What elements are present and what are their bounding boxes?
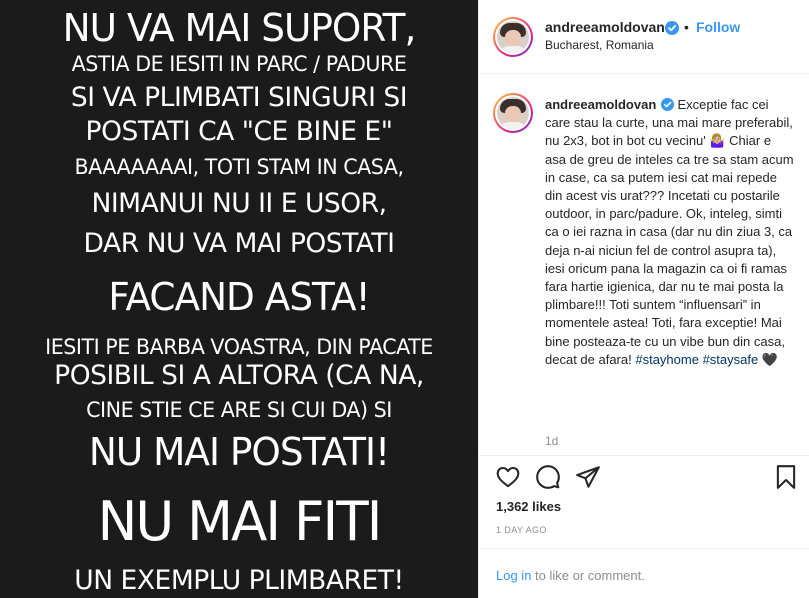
image-text-line: NIMANUI NU II E USOR, — [91, 188, 387, 219]
comment-bar: Log in to like or comment. — [479, 548, 809, 598]
post-image[interactable]: NU VA MAI SUPORT, ASTIA DE IESITI IN PARC… — [0, 0, 478, 598]
image-text-line: ASTIA DE IESITI IN PARC / PADURE — [71, 52, 407, 76]
post-caption: andreeamoldovan Exceptie fac cei care st… — [545, 96, 795, 369]
black-heart-emoji: 🖤 — [761, 351, 779, 367]
caption-avatar[interactable] — [493, 93, 533, 133]
login-suffix: to like or comment. — [531, 568, 645, 583]
image-text-line: POSTATI CA "CE BINE E" — [85, 116, 393, 147]
caption-username[interactable]: andreeamoldovan — [545, 97, 656, 112]
like-heart-icon[interactable] — [495, 464, 521, 490]
verified-badge-icon — [665, 21, 679, 35]
image-text-line: DAR NU VA MAI POSTATI — [83, 228, 395, 259]
comment-bubble-icon[interactable] — [535, 464, 561, 490]
hashtag-link[interactable]: #stayhome — [635, 352, 699, 367]
caption-text: Exceptie fac cei care stau la curte, una… — [545, 97, 794, 367]
caption-time: 1d — [545, 434, 559, 448]
image-text-line: UN EXEMPLU PLIMBARET! — [74, 565, 404, 596]
image-text-line: IESITI PE BARBA VOASTRA, DIN PACATE — [45, 335, 433, 359]
avatar[interactable] — [493, 17, 533, 57]
separator-dot: • — [684, 19, 689, 35]
image-text-line: NU MAI POSTATI! — [88, 430, 390, 474]
likes-count[interactable]: 1,362 likes — [496, 499, 561, 514]
image-text-line: CINE STIE CE ARE SI CUI DA) SI — [86, 398, 392, 422]
image-text-line: POSIBIL SI A ALTORA (CA NA, — [54, 360, 424, 391]
image-text-line: BAAAAAAAI, TOTI STAM IN CASA, — [74, 155, 404, 179]
save-bookmark-icon[interactable] — [773, 464, 799, 490]
location-link[interactable]: Bucharest, Romania — [545, 38, 654, 52]
post-header: andreeamoldovan • Follow Bucharest, Roma… — [479, 0, 809, 74]
header-username[interactable]: andreeamoldovan — [545, 19, 665, 35]
verified-badge-icon — [660, 98, 674, 111]
post-date: 1 DAY AGO — [496, 525, 547, 535]
image-text-line: NU MAI FITI — [97, 490, 383, 553]
login-link[interactable]: Log in — [496, 568, 531, 583]
post-panel: andreeamoldovan • Follow Bucharest, Roma… — [478, 0, 809, 598]
image-text-line: SI VA PLIMBATI SINGURI SI — [70, 82, 408, 113]
image-text-line: NU VA MAI SUPORT, — [62, 6, 417, 50]
follow-button[interactable]: Follow — [696, 19, 740, 35]
share-direct-icon[interactable] — [575, 464, 601, 490]
login-prompt: Log in to like or comment. — [496, 568, 645, 583]
hashtag-link[interactable]: #staysafe — [703, 352, 759, 367]
image-text-line: FACAND ASTA! — [108, 275, 370, 319]
